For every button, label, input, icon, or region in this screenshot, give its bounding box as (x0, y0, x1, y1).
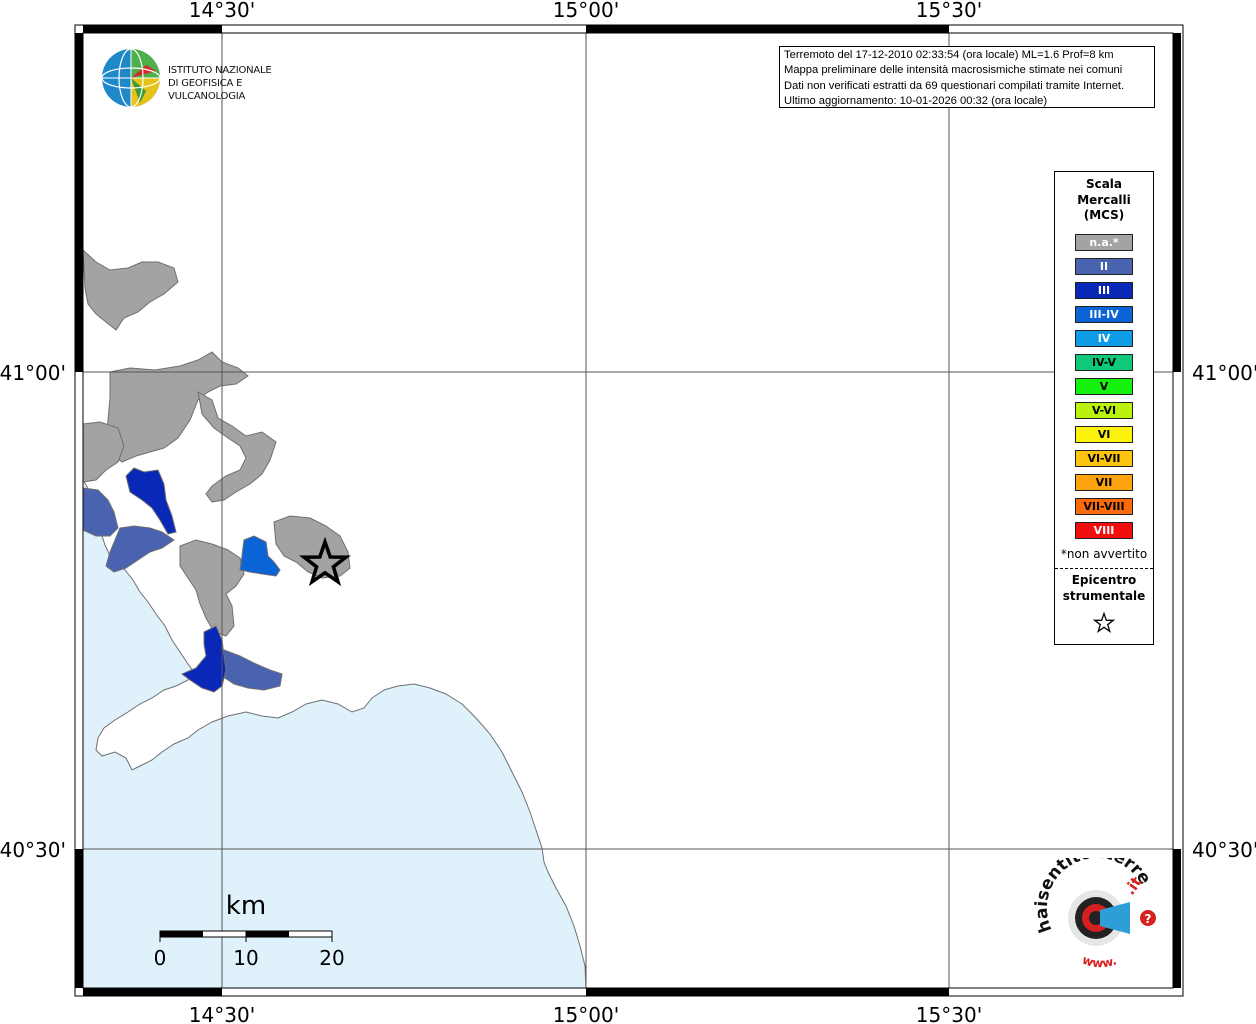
legend-epicenter-line: strumentale (1062, 589, 1146, 603)
legend-swatch: VI (1075, 425, 1133, 443)
legend-swatch: n.a.* (1075, 233, 1133, 251)
legend-title: Scala Mercalli (MCS) (1055, 177, 1153, 224)
legend-swatch: V (1075, 377, 1133, 395)
legend-note: *non avvertito (1060, 547, 1148, 561)
scale-bar: km 0 10 20 (154, 891, 345, 970)
legend-title-line: Mercalli (1077, 192, 1131, 207)
legend-swatch: II (1075, 257, 1133, 275)
scale-tick-label: 0 (154, 946, 167, 970)
legend-epicenter-label: Epicentro strumentale (1055, 572, 1153, 604)
scale-unit: km (226, 891, 266, 921)
legend-divider (1055, 568, 1153, 569)
lon-label-bottom: 14°30' (189, 1003, 255, 1024)
legend-swatch: VII-VIII (1075, 497, 1133, 515)
scale-tick-label: 10 (233, 946, 258, 970)
lat-label-right: 41°00' (1192, 361, 1256, 385)
lat-label-right: 40°30' (1192, 838, 1256, 862)
lon-label-top: 15°00' (553, 0, 619, 22)
lon-label-top: 14°30' (189, 0, 255, 22)
epicenter-star-icon (1093, 612, 1115, 634)
hsit-logo: haisentitoilterremoto .it www. ? (1034, 858, 1156, 971)
legend-swatch: VI-VII (1075, 449, 1133, 467)
question-mark: ? (1145, 912, 1152, 926)
brand-www: www. (1080, 953, 1118, 971)
lon-label-bottom: 15°00' (553, 1003, 619, 1024)
lat-label-left: 41°00' (0, 361, 66, 385)
legend-title-line: (MCS) (1083, 208, 1125, 222)
event-info-line: Ultimo aggiornamento: 10-01-2026 00:32 (… (784, 94, 1048, 107)
event-info-line: Dati non verificati estratti da 69 quest… (784, 79, 1125, 92)
mcs-legend: Scala Mercalli (MCS) n.a.* II III III-IV IV I… (1054, 171, 1154, 645)
legend-swatch: IV-V (1075, 353, 1133, 371)
legend-epicenter-line: Epicentro (1071, 573, 1137, 587)
legend-swatch: VIII (1075, 521, 1133, 539)
legend-swatch: III (1075, 281, 1133, 299)
legend-swatch: IV (1075, 329, 1133, 347)
globe-icon (101, 48, 161, 108)
lon-label-bottom: 15°30' (916, 1003, 982, 1024)
lon-label-top: 15°30' (916, 0, 982, 22)
event-info-box: Terremoto del 17-12-2010 02:33:54 (ora l… (779, 46, 1155, 108)
scale-tick-label: 20 (319, 946, 344, 970)
legend-swatch: III-IV (1075, 305, 1133, 323)
event-info-line: Terremoto del 17-12-2010 02:33:54 (ora l… (784, 49, 1114, 61)
legend-swatch: VII (1075, 473, 1133, 491)
ingv-logo: ISTITUTO NAZIONALE DI GEOFISICA E VULCAN… (100, 47, 315, 109)
legend-title-line: Scala (1085, 177, 1123, 191)
logo-line-2: DI GEOFISICA E VULCANOLOGIA (168, 78, 246, 102)
event-info-line: Mappa preliminare delle intensità macros… (784, 64, 1123, 77)
logo-line-1: ISTITUTO NAZIONALE (168, 65, 272, 76)
legend-swatch: V-VI (1075, 401, 1133, 419)
lat-label-left: 40°30' (0, 838, 66, 862)
